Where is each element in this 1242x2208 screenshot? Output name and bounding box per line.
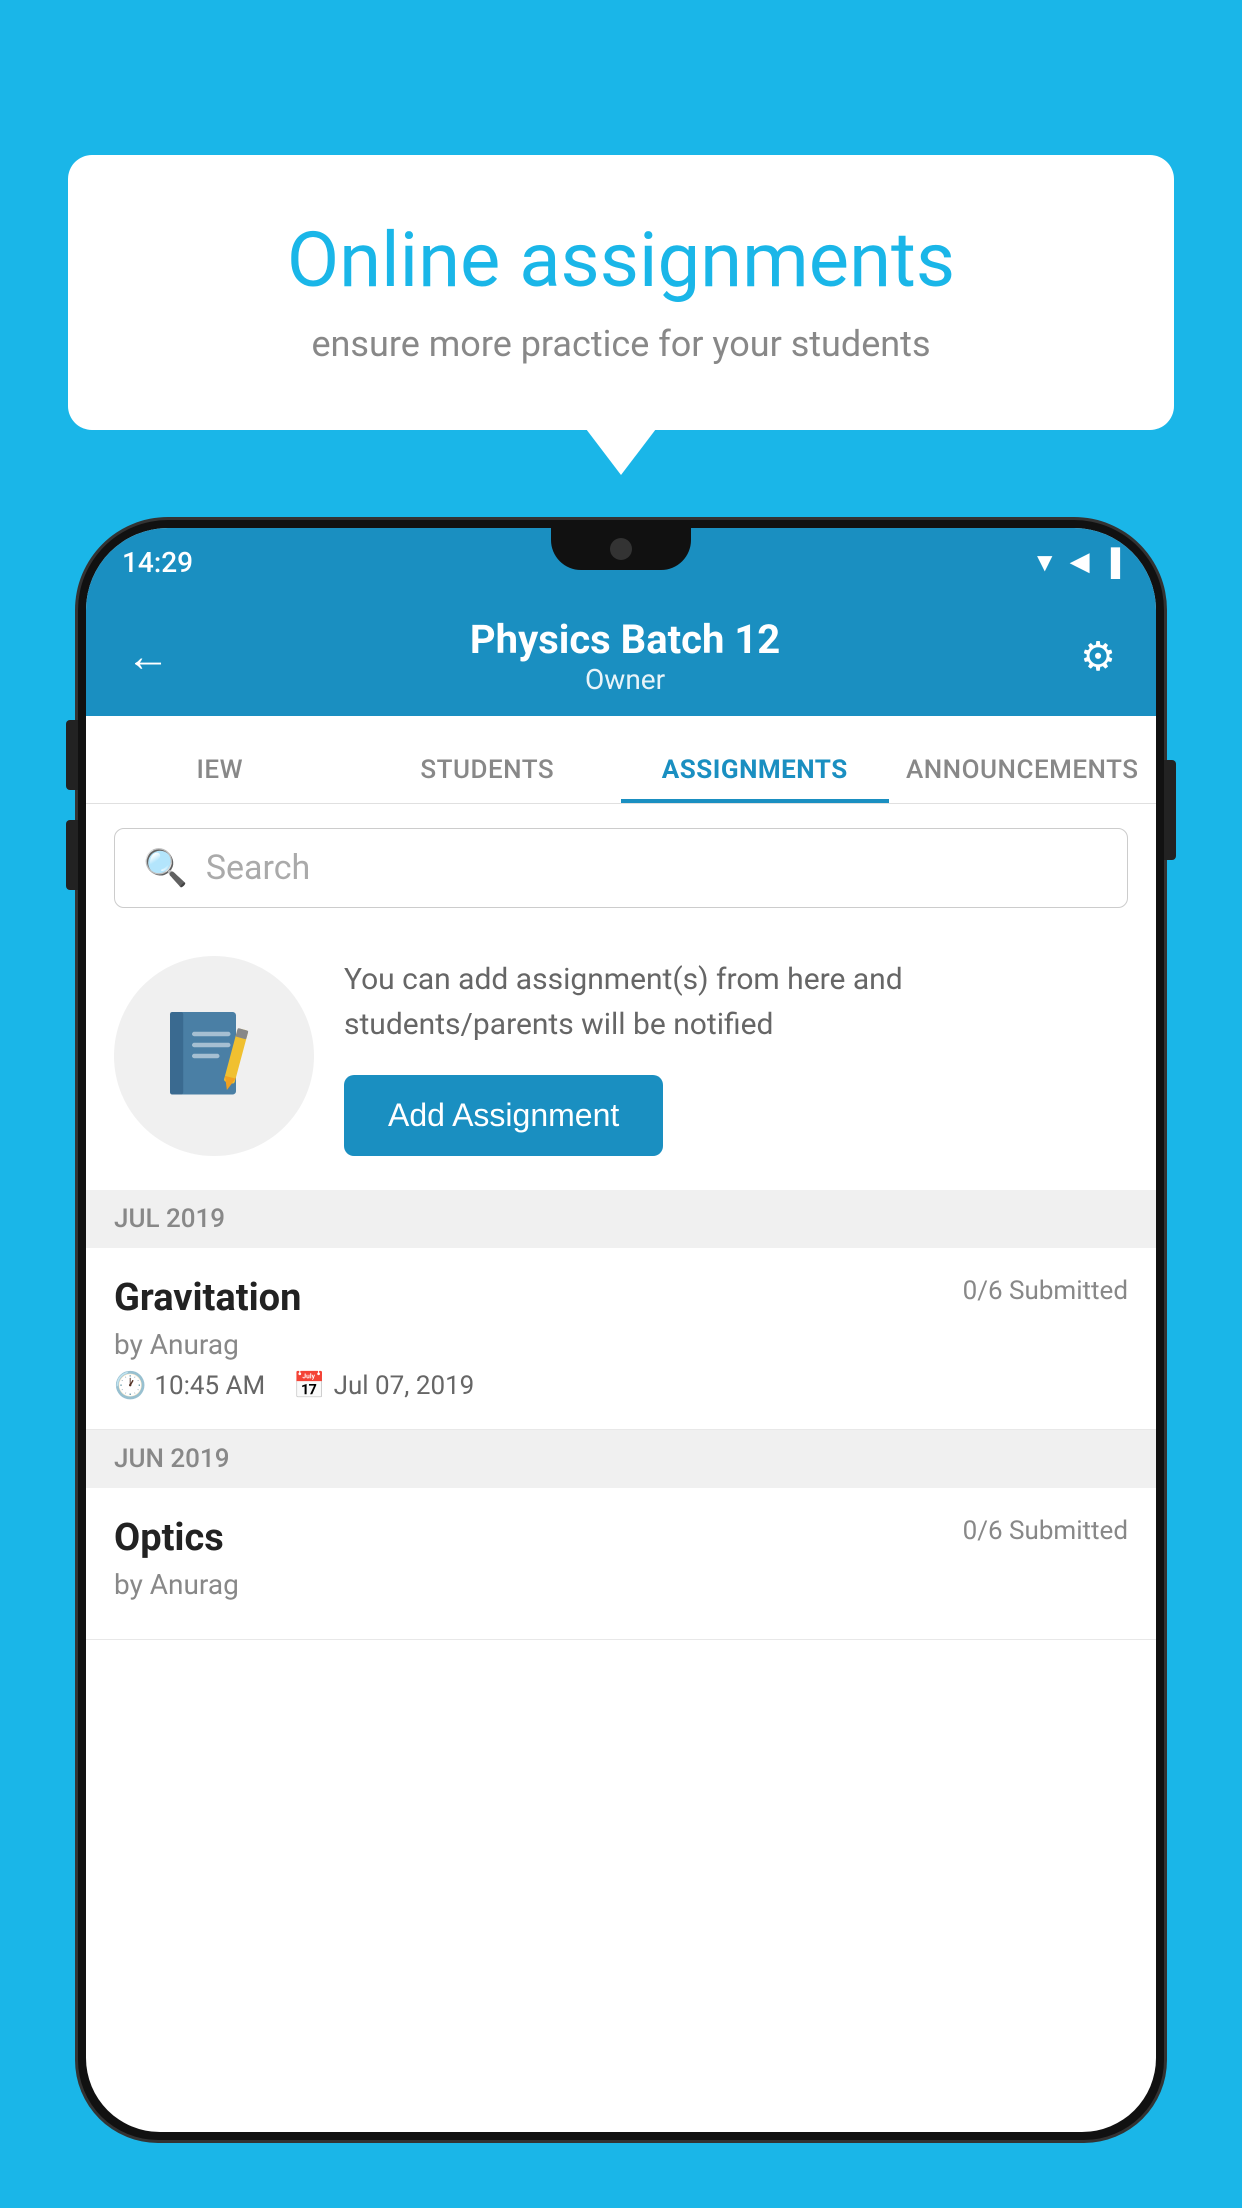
calendar-icon: 📅 — [293, 1371, 325, 1401]
notebook-icon — [159, 1001, 269, 1111]
tab-students[interactable]: STUDENTS — [354, 755, 622, 803]
content-area: 🔍 Search — [86, 804, 1156, 1640]
assignment-gravitation[interactable]: Gravitation 0/6 Submitted by Anurag 🕐 10… — [86, 1248, 1156, 1430]
phone-container: 14:29 ▼ ◀ ▐ ← Physics Batch 12 Owner ⚙ — [78, 520, 1164, 2208]
search-box[interactable]: 🔍 Search — [114, 828, 1128, 908]
search-placeholder: Search — [206, 848, 310, 888]
tabs-container: IEW STUDENTS ASSIGNMENTS ANNOUNCEMENTS — [86, 716, 1156, 804]
add-assignment-button[interactable]: Add Assignment — [344, 1075, 663, 1156]
header-title: Physics Batch 12 — [170, 616, 1080, 663]
assignment-submitted-gravitation: 0/6 Submitted — [963, 1276, 1128, 1306]
assignment-title-optics: Optics — [114, 1516, 224, 1560]
assignment-meta-gravitation: 🕐 10:45 AM 📅 Jul 07, 2019 — [114, 1371, 1128, 1401]
meta-date: 📅 Jul 07, 2019 — [293, 1371, 474, 1401]
speech-bubble-container: Online assignments ensure more practice … — [68, 155, 1174, 430]
assignment-by-optics: by Anurag — [114, 1568, 1128, 1601]
assignment-optics-header: Optics 0/6 Submitted — [114, 1516, 1128, 1560]
status-time: 14:29 — [122, 546, 193, 579]
info-section: You can add assignment(s) from here and … — [86, 928, 1156, 1190]
tab-iew[interactable]: IEW — [86, 755, 354, 803]
month-divider-jun: JUN 2019 — [86, 1430, 1156, 1488]
settings-icon[interactable]: ⚙ — [1080, 633, 1116, 680]
speech-bubble-subtitle: ensure more practice for your students — [138, 323, 1104, 365]
phone-outer: 14:29 ▼ ◀ ▐ ← Physics Batch 12 Owner ⚙ — [78, 520, 1164, 2140]
volume-up-button — [66, 720, 78, 790]
assignment-time: 10:45 AM — [154, 1371, 265, 1401]
signal-icon: ◀ — [1070, 547, 1090, 577]
assignment-date: Jul 07, 2019 — [334, 1371, 475, 1401]
assignment-title-gravitation: Gravitation — [114, 1276, 301, 1320]
app-header: ← Physics Batch 12 Owner ⚙ — [86, 596, 1156, 716]
month-divider-jul: JUL 2019 — [86, 1190, 1156, 1248]
power-button — [1164, 760, 1176, 860]
notebook-icon-container — [114, 956, 314, 1156]
header-subtitle: Owner — [170, 663, 1080, 696]
meta-time: 🕐 10:45 AM — [114, 1371, 265, 1401]
wifi-icon: ▼ — [1032, 547, 1058, 578]
assignment-by-gravitation: by Anurag — [114, 1328, 1128, 1361]
clock-icon: 🕐 — [114, 1371, 146, 1401]
tab-assignments[interactable]: ASSIGNMENTS — [621, 755, 889, 803]
info-text: You can add assignment(s) from here and … — [344, 957, 1128, 1047]
assignment-header: Gravitation 0/6 Submitted — [114, 1276, 1128, 1320]
volume-down-button — [66, 820, 78, 890]
speech-bubble-title: Online assignments — [138, 215, 1104, 305]
back-button[interactable]: ← — [126, 630, 170, 682]
assignment-optics[interactable]: Optics 0/6 Submitted by Anurag — [86, 1488, 1156, 1640]
notch — [551, 528, 691, 570]
phone-screen: 14:29 ▼ ◀ ▐ ← Physics Batch 12 Owner ⚙ — [86, 528, 1156, 2132]
header-center: Physics Batch 12 Owner — [170, 616, 1080, 696]
search-icon: 🔍 — [143, 847, 188, 889]
search-container: 🔍 Search — [86, 804, 1156, 928]
status-icons: ▼ ◀ ▐ — [1032, 547, 1120, 578]
speech-bubble: Online assignments ensure more practice … — [68, 155, 1174, 430]
info-right: You can add assignment(s) from here and … — [344, 957, 1128, 1156]
battery-icon: ▐ — [1102, 547, 1120, 578]
camera — [610, 538, 632, 560]
tab-announcements[interactable]: ANNOUNCEMENTS — [889, 755, 1157, 803]
assignment-submitted-optics: 0/6 Submitted — [963, 1516, 1128, 1546]
